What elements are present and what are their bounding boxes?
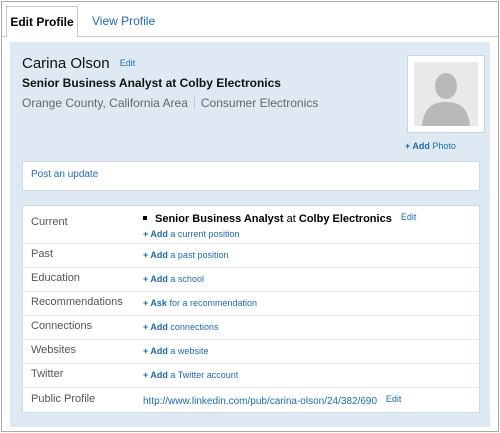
edit-public-profile-link[interactable]: Edit xyxy=(386,394,402,404)
profile-location-line: Orange County, California Area Consumer E… xyxy=(22,96,318,110)
add-current-text: a current position xyxy=(167,229,240,239)
ask-recommendation-text: for a recommendation xyxy=(166,298,257,308)
current-at: at xyxy=(283,213,299,225)
row-twitter: Twitter + Add a Twitter account xyxy=(23,363,479,388)
add-current-position-link[interactable]: + Add a current position xyxy=(143,229,239,239)
post-update-link[interactable]: Post an update xyxy=(31,169,98,180)
add-twitter-link[interactable]: + Add a Twitter account xyxy=(143,370,238,380)
edit-name-link[interactable]: Edit xyxy=(120,58,136,68)
row-past: Past + Add a past position xyxy=(23,243,479,268)
bullet-icon xyxy=(143,216,147,220)
public-profile-link[interactable]: http://www.linkedin.com/pub/carina-olson… xyxy=(143,396,377,407)
add-past-text: a past position xyxy=(167,250,229,260)
add-website-text: a website xyxy=(167,346,209,356)
profile-name-line: Carina Olson Edit xyxy=(22,55,135,72)
add-photo-link[interactable]: + Add Photo xyxy=(405,141,456,151)
ask-recommendation-link[interactable]: + Ask for a recommendation xyxy=(143,298,257,308)
add-connections-link[interactable]: + Add connections xyxy=(143,322,218,332)
row-label-past: Past xyxy=(31,248,54,260)
profile-panel: Carina Olson Edit Senior Business Analys… xyxy=(10,42,490,427)
add-school-plus: + Add xyxy=(143,274,168,284)
add-website-plus: + Add xyxy=(143,346,168,356)
profile-industry: Consumer Electronics xyxy=(200,96,319,110)
tab-view-profile[interactable]: View Profile xyxy=(82,7,165,35)
profile-photo-frame[interactable] xyxy=(407,55,485,133)
profile-details-table: Current Senior Business Analyst at Colby… xyxy=(22,205,480,413)
person-silhouette-icon xyxy=(414,62,478,126)
public-profile-url: http://www.linkedin.com/pub/carina-olson… xyxy=(143,394,401,407)
profile-headline: Senior Business Analyst at Colby Electro… xyxy=(22,76,281,90)
add-twitter-plus: + Add xyxy=(143,370,168,380)
add-connections-plus: + Add xyxy=(143,322,168,332)
ask-recommendation-plus: + Ask xyxy=(143,298,167,308)
row-connections: Connections + Add connections xyxy=(23,315,479,340)
row-recommendations: Recommendations + Ask for a recommendati… xyxy=(23,291,479,316)
profile-editor-window: Edit Profile View Profile Carina Olson E… xyxy=(1,1,499,432)
add-past-plus: + Add xyxy=(143,250,168,260)
edit-current-link[interactable]: Edit xyxy=(401,212,417,222)
add-connections-text: connections xyxy=(167,322,219,332)
row-label-education: Education xyxy=(31,272,80,284)
row-label-public-profile: Public Profile xyxy=(31,393,96,405)
row-label-current: Current xyxy=(31,216,68,228)
add-school-text: a school xyxy=(167,274,204,284)
row-label-recommendations: Recommendations xyxy=(31,296,123,308)
row-label-twitter: Twitter xyxy=(31,368,64,380)
row-education: Education + Add a school xyxy=(23,267,479,292)
divider xyxy=(193,97,195,109)
add-school-link[interactable]: + Add a school xyxy=(143,274,204,284)
add-photo-plus: + Add xyxy=(405,141,430,151)
current-position: Senior Business Analyst at Colby Electro… xyxy=(143,212,416,225)
profile-location: Orange County, California Area xyxy=(22,96,188,110)
add-photo-text: Photo xyxy=(429,141,456,151)
profile-tabs: Edit Profile View Profile xyxy=(2,2,498,38)
add-past-position-link[interactable]: + Add a past position xyxy=(143,250,228,260)
row-public-profile: Public Profile http://www.linkedin.com/p… xyxy=(23,387,479,413)
post-update-box[interactable]: Post an update xyxy=(22,161,480,191)
row-websites: Websites + Add a website xyxy=(23,339,479,364)
add-website-link[interactable]: + Add a website xyxy=(143,346,208,356)
current-title: Senior Business Analyst xyxy=(155,213,284,225)
add-current-plus: + Add xyxy=(143,229,168,239)
current-company: Colby Electronics xyxy=(298,213,392,225)
tab-edit-profile[interactable]: Edit Profile xyxy=(6,6,78,38)
add-twitter-text: a Twitter account xyxy=(167,370,239,380)
row-label-websites: Websites xyxy=(31,344,77,356)
row-label-connections: Connections xyxy=(31,320,93,332)
profile-name: Carina Olson xyxy=(22,55,110,72)
row-current: Current Senior Business Analyst at Colby… xyxy=(23,206,479,243)
